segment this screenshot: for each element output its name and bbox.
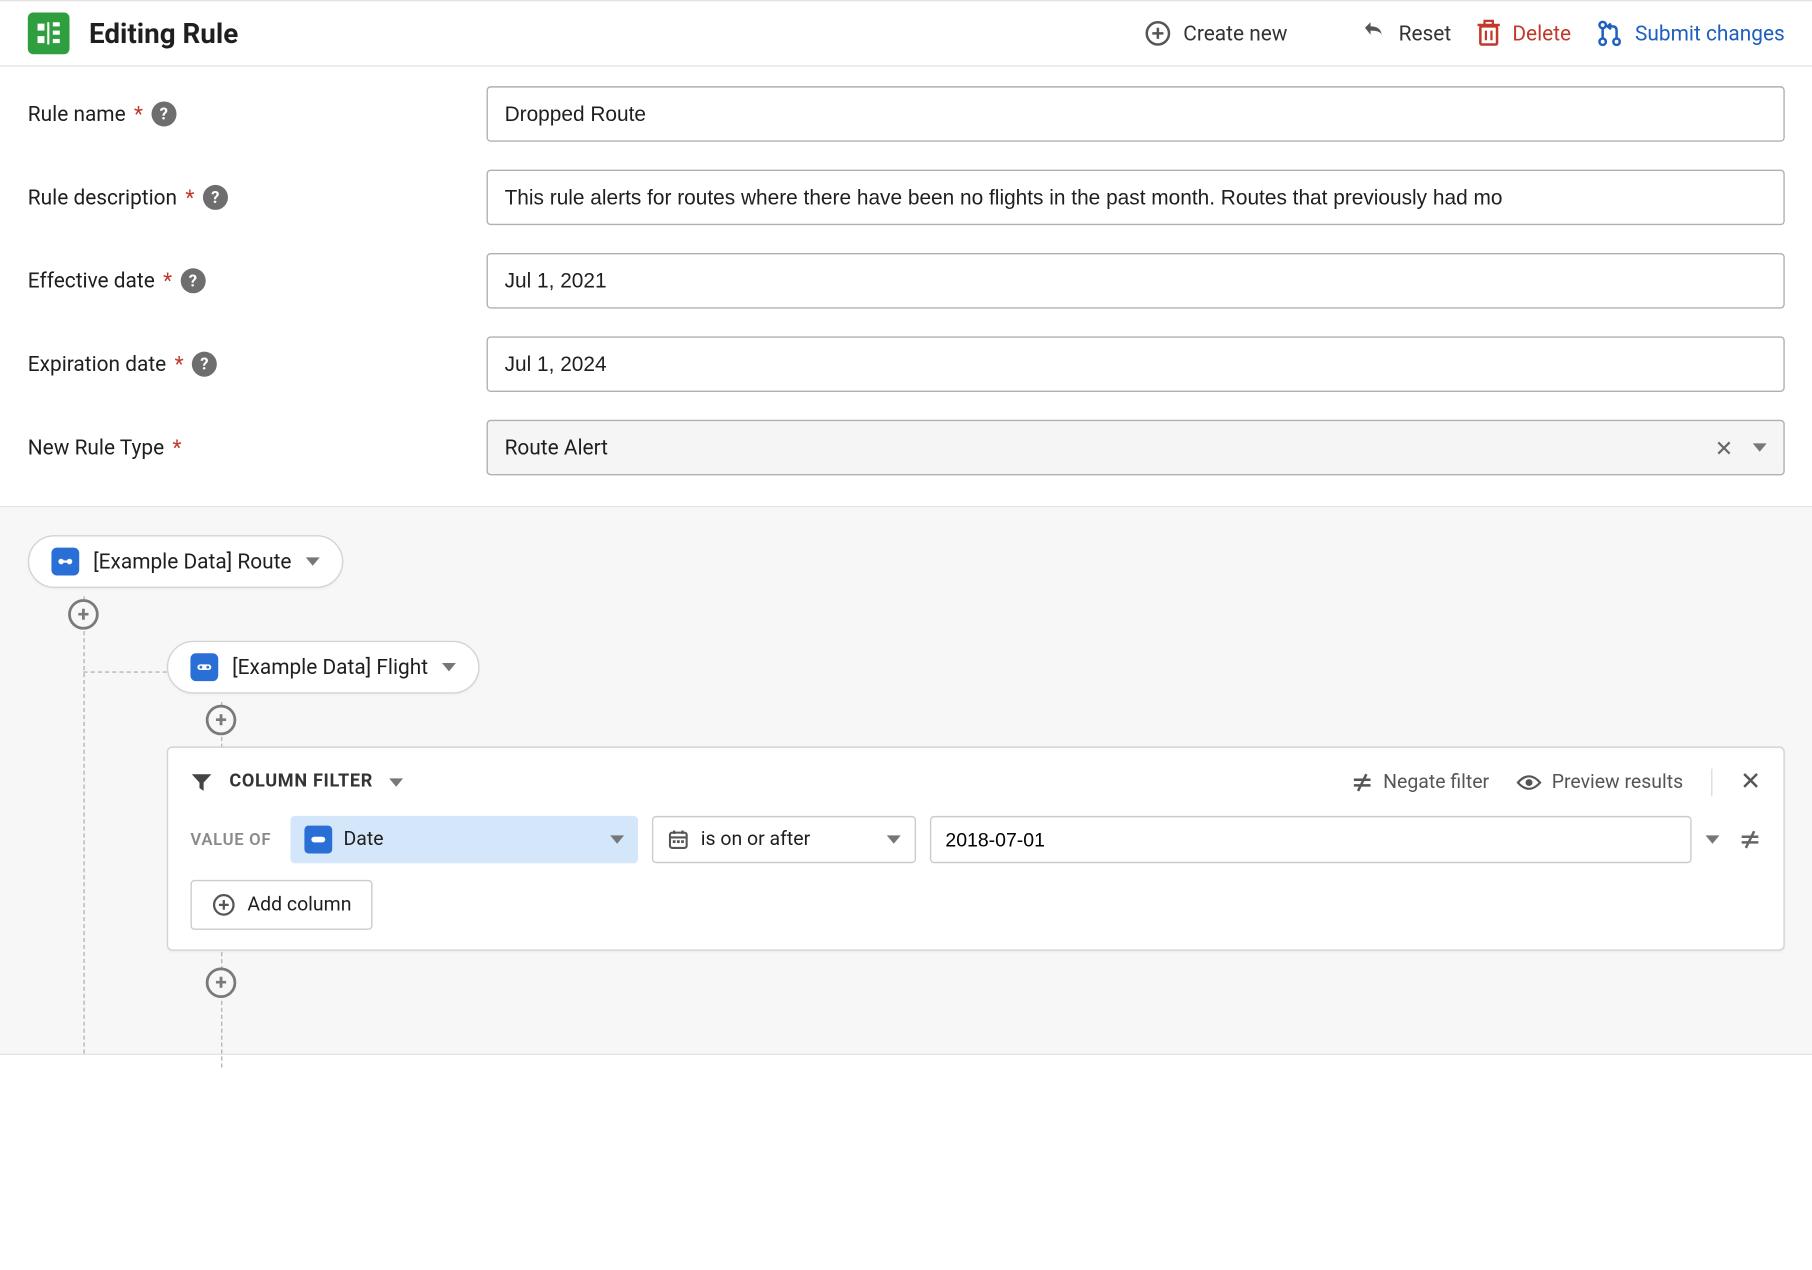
add-column-label: Add column [247,894,351,916]
property-icon [305,826,333,854]
row-expiration-date: Expiration date * ? [28,336,1785,392]
required-marker: * [134,101,143,126]
label-expiration-date: Expiration date * ? [28,352,487,377]
preview-label: Preview results [1552,771,1683,793]
operator-label: is on or after [701,828,810,850]
add-column-button[interactable]: Add column [190,880,372,930]
filter-actions: Negate filter Preview results ✕ [1351,767,1761,796]
flight-pill[interactable]: [Example Data] Flight [167,641,480,694]
caret-down-icon [610,835,624,843]
builder-area: [Example Data] Route + [Example Data] Fl… [0,507,1812,1055]
required-marker: * [172,435,181,460]
tree-line [83,596,84,1053]
add-node-button[interactable]: + [206,705,237,736]
caret-down-icon [442,663,456,671]
close-icon[interactable]: ✕ [1740,767,1761,796]
filter-value-input[interactable] [930,816,1692,863]
header-bar: Editing Rule Create new Reset [0,0,1812,67]
caret-down-icon [1753,443,1767,451]
plus-circle-icon [211,892,236,917]
effective-date-input[interactable] [487,253,1785,309]
required-marker: * [163,268,172,293]
undo-icon [1360,19,1388,47]
row-effective-date: Effective date * ? [28,253,1785,309]
flight-pill-label: [Example Data] Flight [232,655,428,680]
plus-circle-icon [1144,19,1172,47]
filter-condition-row: VALUE OF Date is on or [190,816,1761,863]
object-type-icon [190,653,218,681]
tree-node-flight: [Example Data] Flight + COLUMN FILTER [167,641,1785,998]
column-filter-card: COLUMN FILTER Negate filter [167,746,1785,950]
value-extra-controls [1706,828,1762,850]
tree-line [83,671,166,672]
divider [1711,768,1712,796]
help-icon[interactable]: ? [203,185,228,210]
caret-down-icon [887,835,901,843]
label-rule-type: New Rule Type * [28,435,487,460]
help-icon[interactable]: ? [180,268,205,293]
rule-description-input[interactable] [487,170,1785,226]
preview-results-button[interactable]: Preview results [1517,771,1683,793]
caret-down-icon[interactable] [1706,835,1720,843]
help-icon[interactable]: ? [151,101,176,126]
not-equal-icon [1351,771,1373,793]
create-new-label: Create new [1183,21,1287,46]
row-rule-name: Rule name * ? [28,86,1785,142]
trash-icon [1476,19,1501,47]
builder-tree: [Example Data] Route + [Example Data] Fl… [28,535,1785,998]
column-select[interactable]: Date [291,816,638,863]
clear-icon[interactable]: ✕ [1715,434,1734,460]
reset-label: Reset [1399,21,1452,46]
create-new-dropdown[interactable] [1312,25,1334,42]
label-text: Rule name [28,101,126,126]
operator-select[interactable]: is on or after [652,816,916,863]
pull-request-icon [1596,19,1624,47]
submit-changes-button[interactable]: Submit changes [1596,19,1785,47]
route-pill-label: [Example Data] Route [93,549,291,574]
reset-button[interactable]: Reset [1360,19,1451,47]
negate-filter-button[interactable]: Negate filter [1351,771,1489,793]
delete-button[interactable]: Delete [1476,19,1571,47]
submit-label: Submit changes [1635,21,1785,46]
filter-title: COLUMN FILTER [229,771,373,792]
add-node-button[interactable]: + [68,599,99,630]
help-icon[interactable]: ? [192,352,217,377]
expiration-date-input[interactable] [487,336,1785,392]
label-effective-date: Effective date * ? [28,268,487,293]
tree-node-route: [Example Data] Route [28,535,1785,588]
required-marker: * [185,185,194,210]
page-title: Editing Rule [89,17,1144,50]
app-icon [28,13,70,55]
row-rule-description: Rule description * ? [28,170,1785,226]
label-text: Rule description [28,185,177,210]
label-rule-description: Rule description * ? [28,185,487,210]
label-rule-name: Rule name * ? [28,101,487,126]
delete-label: Delete [1512,21,1571,46]
funnel-icon [190,771,212,793]
label-text: Effective date [28,268,155,293]
label-text: New Rule Type [28,435,164,460]
label-text: Expiration date [28,352,166,377]
rule-name-input[interactable] [487,86,1785,142]
rule-type-value: Route Alert [505,435,608,460]
value-of-label: VALUE OF [190,830,271,849]
caret-down-icon [305,557,319,565]
row-rule-type: New Rule Type * Route Alert ✕ [28,420,1785,476]
rule-form: Rule name * ? Rule description * ? Effec… [0,67,1812,508]
not-equal-icon[interactable] [1739,828,1761,850]
caret-down-icon[interactable] [390,778,404,786]
required-marker: * [175,352,184,377]
calendar-icon [667,828,689,850]
filter-header: COLUMN FILTER Negate filter [190,767,1761,796]
route-pill[interactable]: [Example Data] Route [28,535,343,588]
eye-icon [1517,772,1542,791]
rules-icon [36,21,61,46]
rule-type-select[interactable]: Route Alert ✕ [487,420,1785,476]
object-type-icon [51,548,79,576]
negate-label: Negate filter [1383,771,1489,793]
add-node-button[interactable]: + [206,967,237,998]
header-actions: Create new Reset Delete [1144,19,1784,47]
create-new-button[interactable]: Create new [1144,19,1287,47]
column-name: Date [344,828,384,850]
